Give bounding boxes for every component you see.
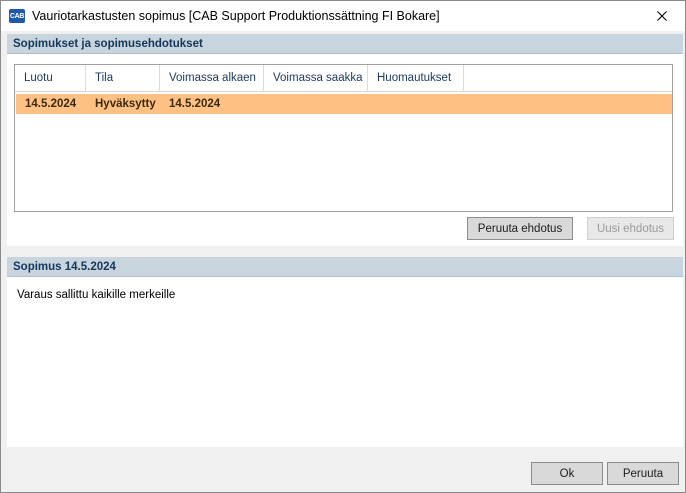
title-bar[interactable]: CAB Vauriotarkastusten sopimus [CAB Supp… xyxy=(1,1,685,31)
table-row[interactable]: 14.5.2024 Hyväksytty 14.5.2024 xyxy=(16,94,672,114)
detail-section-body xyxy=(7,277,683,447)
column-header-huomautukset[interactable]: Huomautukset xyxy=(368,65,464,92)
cancel-proposal-button[interactable]: Peruuta ehdotus xyxy=(467,217,573,240)
app-icon: CAB xyxy=(9,9,25,23)
column-header-voimassa-alkaen[interactable]: Voimassa alkaen xyxy=(160,65,264,92)
cell-huomautukset xyxy=(368,94,464,114)
ok-button[interactable]: Ok xyxy=(531,462,603,485)
cell-voimassa-alkaen: 14.5.2024 xyxy=(169,98,221,110)
cancel-button[interactable]: Peruuta xyxy=(607,462,679,485)
column-header-voimassa-saakka[interactable]: Voimassa saakka xyxy=(264,65,368,92)
column-header-luotu[interactable]: Luotu xyxy=(15,65,86,92)
agreements-grid[interactable]: Luotu Tila Voimassa alkaen Voimassa saak… xyxy=(14,64,673,212)
dialog-window: CAB Vauriotarkastusten sopimus [CAB Supp… xyxy=(0,0,686,493)
window-title: Vauriotarkastusten sopimus [CAB Support … xyxy=(32,9,440,23)
close-button[interactable] xyxy=(639,1,685,31)
column-header-tila[interactable]: Tila xyxy=(86,65,160,92)
agreements-section-header: Sopimukset ja sopimusehdotukset xyxy=(7,34,683,54)
cell-luotu: 14.5.2024 xyxy=(25,98,77,110)
close-icon xyxy=(657,11,667,21)
cell-voimassa-saakka xyxy=(264,94,368,114)
cell-tila: Hyväksytty xyxy=(95,98,156,110)
app-icon-text: CAB xyxy=(9,12,25,20)
new-proposal-button[interactable]: Uusi ehdotus xyxy=(587,217,674,240)
detail-section-header: Sopimus 14.5.2024 xyxy=(7,257,683,277)
agreement-note: Varaus sallittu kaikille merkeille xyxy=(17,289,176,301)
grid-header: Luotu Tila Voimassa alkaen Voimassa saak… xyxy=(15,65,672,92)
